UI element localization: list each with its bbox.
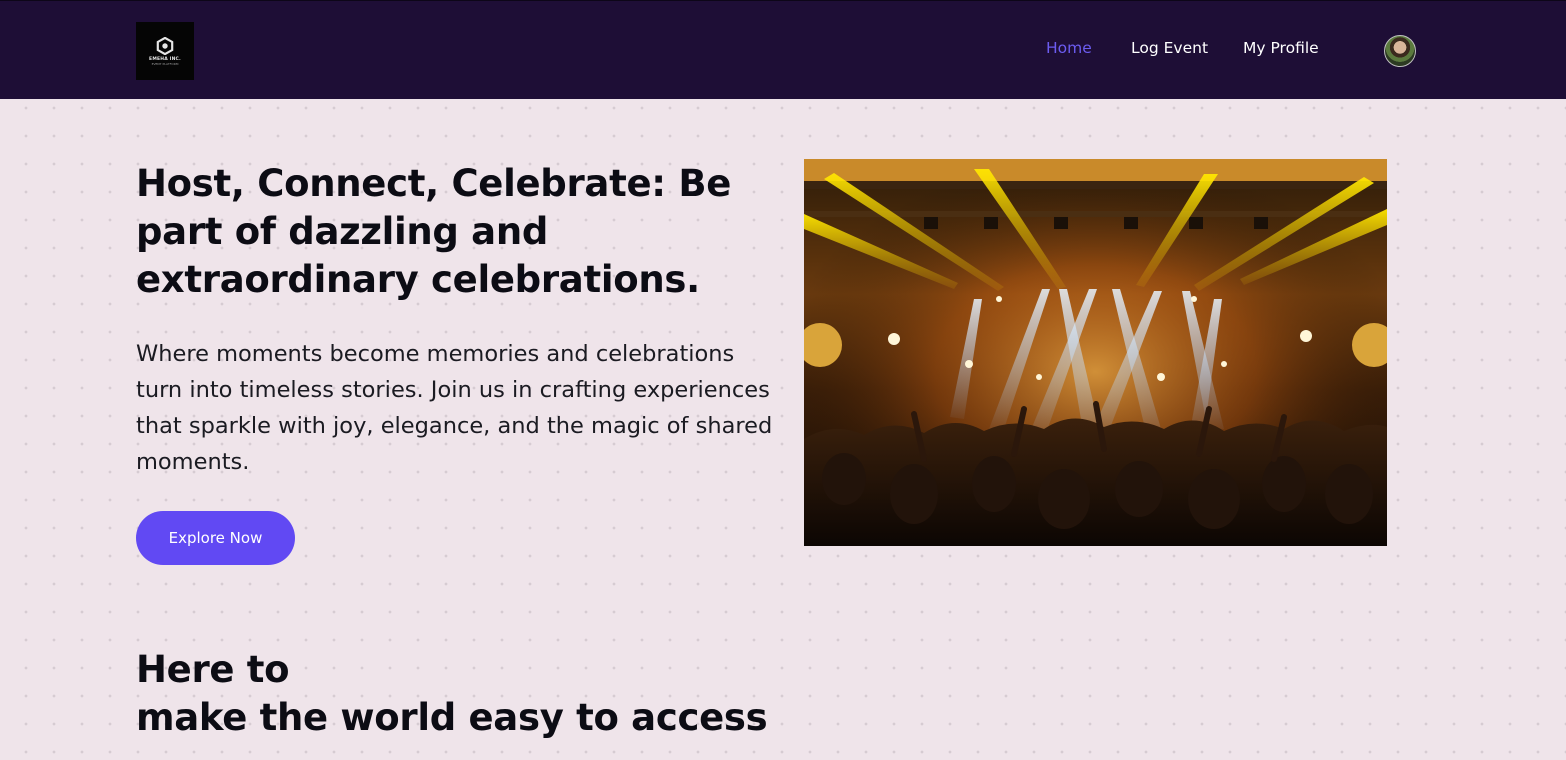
nav-links: Home Log Event My Profile xyxy=(0,39,1566,63)
section-title-line2: make the world easy to access xyxy=(136,696,768,739)
navbar: EMEHA INC. EVENT PLATFORM Home Log Event… xyxy=(0,0,1566,99)
hero-description: Where moments become memories and celebr… xyxy=(136,341,773,475)
section-title: Here to make the world easy to access xyxy=(136,646,836,742)
nav-link-my-profile[interactable]: My Profile xyxy=(1243,39,1319,57)
nav-link-log-event[interactable]: Log Event xyxy=(1131,39,1208,57)
user-avatar[interactable] xyxy=(1384,35,1416,67)
explore-now-button[interactable]: Explore Now xyxy=(136,511,295,565)
section-title-line1: Here to xyxy=(136,648,290,691)
hero-title: Host, Connect, Celebrate: Be part of daz… xyxy=(136,162,732,301)
concert-hero-image xyxy=(804,159,1387,546)
nav-link-home[interactable]: Home xyxy=(1046,39,1092,57)
